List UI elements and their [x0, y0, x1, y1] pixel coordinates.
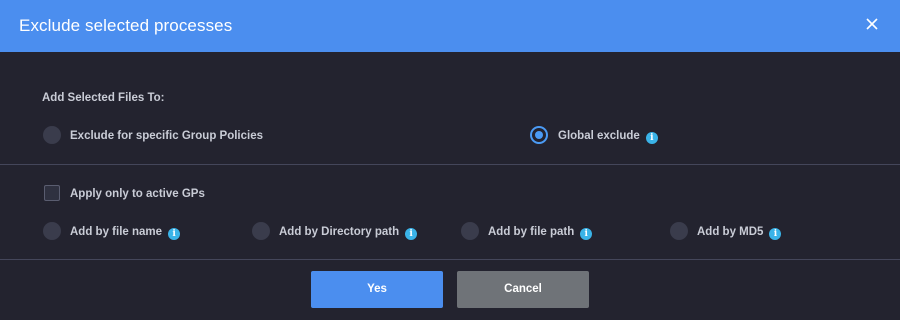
apply-active-gps-label: Apply only to active GPs — [70, 188, 205, 200]
option-label-specific-group-policies: Exclude for specific Group Policies — [70, 130, 264, 142]
option-add-by-directory-path: Add by Directory path i — [279, 225, 418, 240]
info-icon[interactable]: i — [580, 228, 593, 240]
info-icon[interactable]: i — [168, 228, 181, 240]
option-label-add-by-file-path: Add by file path — [488, 226, 575, 238]
radio-add-by-directory-path[interactable] — [252, 222, 270, 240]
add-files-heading: Add Selected Files To: — [42, 92, 165, 104]
dialog-title: Exclude selected processes — [19, 16, 233, 35]
option-add-by-file-path: Add by file path i — [488, 225, 593, 240]
option-label-add-by-file-name: Add by file name — [70, 226, 163, 238]
apply-active-gps-checkbox[interactable] — [44, 185, 60, 201]
option-label-global-exclude: Global exclude — [558, 130, 640, 142]
radio-add-by-md5[interactable] — [670, 222, 688, 240]
close-icon[interactable] — [862, 14, 882, 34]
footer-divider — [0, 259, 900, 260]
cancel-button[interactable]: Cancel — [457, 271, 589, 308]
radio-global-exclude[interactable] — [530, 126, 548, 144]
info-icon[interactable]: i — [405, 228, 418, 240]
yes-button[interactable]: Yes — [311, 271, 443, 308]
radio-add-by-file-name[interactable] — [43, 222, 61, 240]
info-icon[interactable]: i — [769, 228, 782, 240]
section-divider — [0, 164, 900, 165]
option-add-by-file-name: Add by file name i — [70, 225, 181, 240]
info-icon[interactable]: i — [645, 132, 658, 144]
option-label-add-by-directory-path: Add by Directory path — [279, 226, 400, 238]
option-label-add-by-md5: Add by MD5 — [697, 226, 764, 238]
dialog-header: Exclude selected processes — [0, 0, 900, 52]
option-add-by-md5: Add by MD5 i — [697, 225, 782, 240]
radio-specific-group-policies[interactable] — [43, 126, 61, 144]
exclude-processes-dialog: Exclude selected processes Add Selected … — [0, 0, 900, 320]
radio-add-by-file-path[interactable] — [461, 222, 479, 240]
option-global-exclude: Global exclude i — [558, 129, 658, 144]
